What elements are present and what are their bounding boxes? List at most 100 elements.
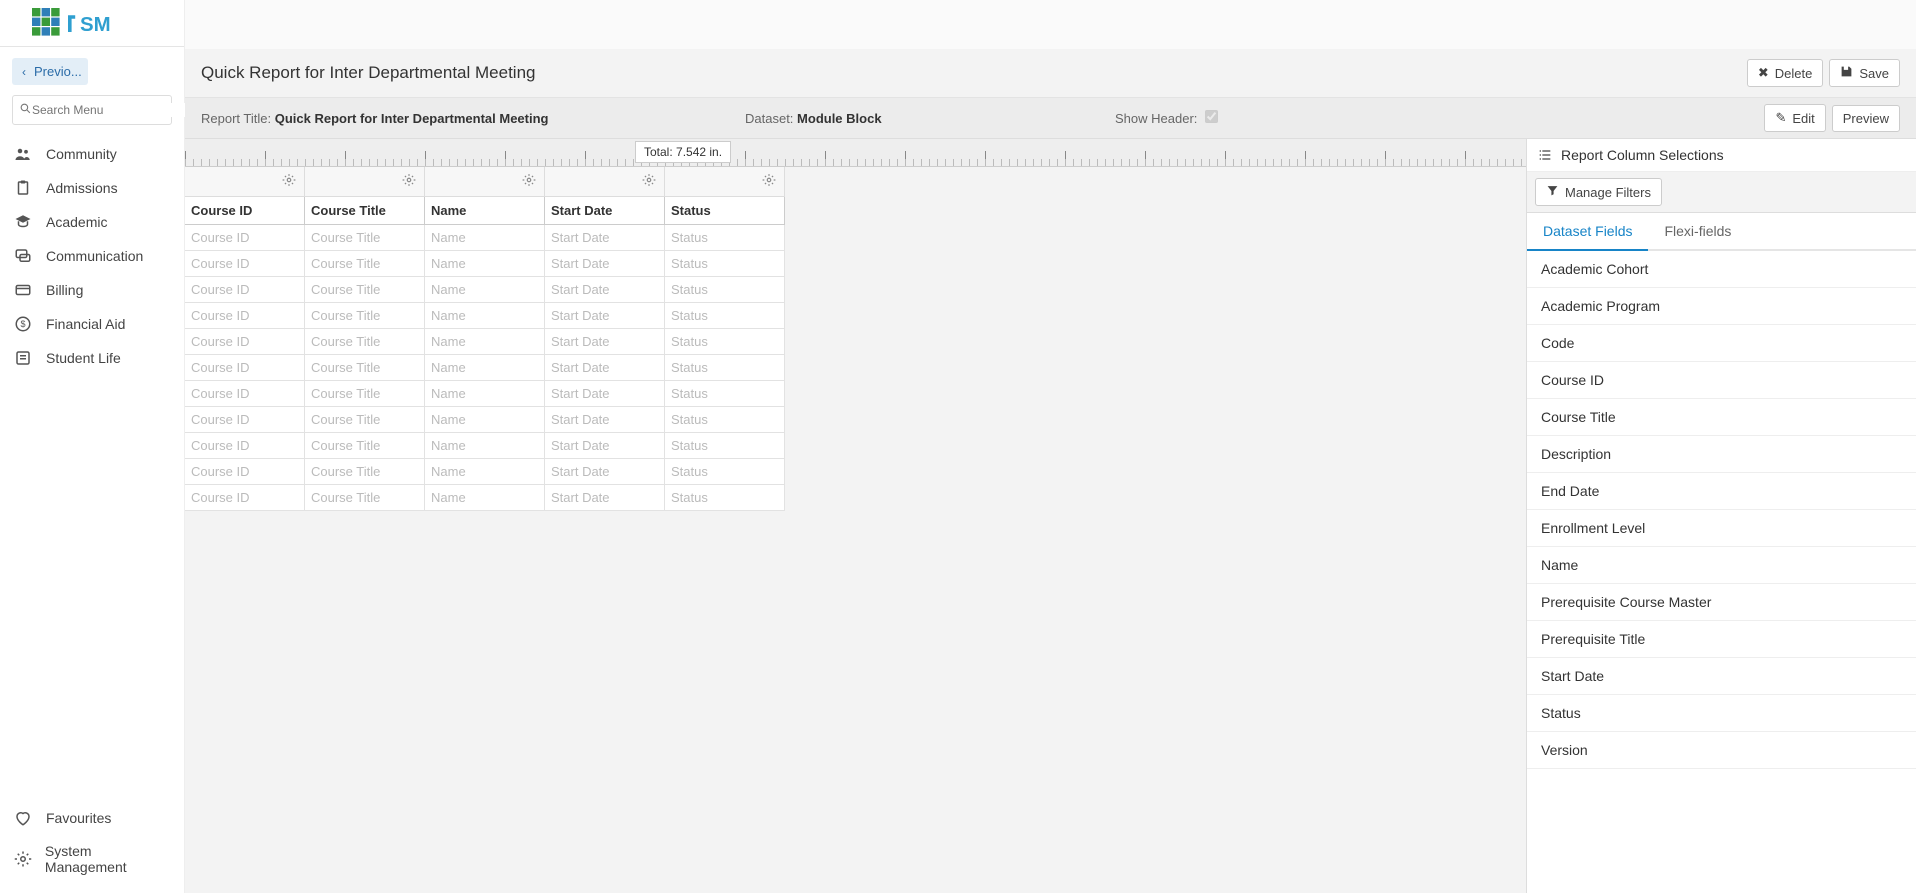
column-gear-status[interactable] — [665, 167, 785, 197]
delete-button[interactable]: ✖ Delete — [1747, 59, 1823, 87]
cell-startdate: Start Date — [545, 303, 665, 329]
preview-button[interactable]: Preview — [1832, 105, 1900, 132]
field-item[interactable]: Academic Cohort — [1527, 251, 1916, 288]
field-item[interactable]: Description — [1527, 436, 1916, 473]
cell-startdate: Start Date — [545, 433, 665, 459]
table-row: Course IDCourse TitleNameStart DateStatu… — [185, 459, 785, 485]
gear-icon — [14, 850, 33, 868]
table-row: Course IDCourse TitleNameStart DateStatu… — [185, 225, 785, 251]
field-item[interactable]: Status — [1527, 695, 1916, 732]
cell-courseid: Course ID — [185, 459, 305, 485]
filter-icon — [1546, 184, 1559, 200]
show-header-seg: Show Header: — [1115, 110, 1218, 126]
edit-button[interactable]: ✎ Edit — [1764, 104, 1825, 132]
cell-name: Name — [425, 251, 545, 277]
table-row: Course IDCourse TitleNameStart DateStatu… — [185, 485, 785, 511]
cell-courseid: Course ID — [185, 485, 305, 511]
cell-name: Name — [425, 277, 545, 303]
field-item[interactable]: Version — [1527, 732, 1916, 769]
search-input[interactable] — [32, 103, 187, 117]
cell-startdate: Start Date — [545, 251, 665, 277]
column-header-coursetitle[interactable]: Course Title — [305, 197, 425, 225]
right-panel-title: Report Column Selections — [1561, 147, 1724, 163]
group-icon — [14, 145, 34, 163]
search-icon — [19, 102, 32, 118]
dataset-value: Module Block — [797, 111, 882, 126]
svg-text:SM: SM — [80, 14, 111, 36]
cell-name: Name — [425, 303, 545, 329]
cell-status: Status — [665, 381, 785, 407]
close-icon: ✖ — [1758, 65, 1769, 81]
field-item[interactable]: Enrollment Level — [1527, 510, 1916, 547]
field-item[interactable]: Code — [1527, 325, 1916, 362]
sidebar-item-systemmgmt[interactable]: System Management — [0, 835, 184, 883]
cell-name: Name — [425, 225, 545, 251]
cell-startdate: Start Date — [545, 225, 665, 251]
sidebar-item-label: Financial Aid — [46, 316, 125, 332]
app-logo[interactable]: SM — [0, 0, 185, 47]
field-item[interactable]: Academic Program — [1527, 288, 1916, 325]
cell-startdate: Start Date — [545, 485, 665, 511]
save-label: Save — [1859, 66, 1889, 81]
sidebar-item-label: Academic — [46, 214, 107, 230]
gear-icon — [522, 173, 536, 190]
cell-startdate: Start Date — [545, 407, 665, 433]
show-header-label: Show Header: — [1115, 111, 1197, 126]
sidebar-item-studentlife[interactable]: Student Life — [0, 341, 184, 375]
gear-icon — [282, 173, 296, 190]
tab-flexi-fields[interactable]: Flexi-fields — [1648, 213, 1747, 251]
gear-icon — [762, 173, 776, 190]
cell-status: Status — [665, 485, 785, 511]
report-canvas[interactable]: Total: 7.542 in. Course IDCourse TitleNa… — [185, 139, 1526, 893]
sidebar-item-admissions[interactable]: Admissions — [0, 171, 184, 205]
field-item[interactable]: Prerequisite Title — [1527, 621, 1916, 658]
sidebar-item-communication[interactable]: Communication — [0, 239, 184, 273]
column-header-startdate[interactable]: Start Date — [545, 197, 665, 225]
column-gear-name[interactable] — [425, 167, 545, 197]
column-header-name[interactable]: Name — [425, 197, 545, 225]
menu-search[interactable]: ✕ — [12, 95, 172, 125]
cell-status: Status — [665, 355, 785, 381]
pencil-icon: ✎ — [1775, 110, 1786, 126]
manage-filters-button[interactable]: Manage Filters — [1535, 178, 1662, 206]
sidebar-item-label: Community — [46, 146, 117, 162]
sidebar-item-billing[interactable]: Billing — [0, 273, 184, 307]
preview-label: Preview — [1843, 111, 1889, 126]
list-icon — [14, 349, 34, 367]
chevron-left-icon: ‹ — [22, 65, 26, 79]
field-item[interactable]: Start Date — [1527, 658, 1916, 695]
column-header-status[interactable]: Status — [665, 197, 785, 225]
gear-icon — [642, 173, 656, 190]
cell-courseid: Course ID — [185, 303, 305, 329]
field-item[interactable]: End Date — [1527, 473, 1916, 510]
field-item[interactable]: Course ID — [1527, 362, 1916, 399]
sidebar-item-label: Student Life — [46, 350, 121, 366]
cell-courseid: Course ID — [185, 277, 305, 303]
save-button[interactable]: Save — [1829, 59, 1900, 87]
sidebar-item-community[interactable]: Community — [0, 137, 184, 171]
right-panel-tabs: Dataset Fields Flexi-fields — [1527, 213, 1916, 251]
table-row: Course IDCourse TitleNameStart DateStatu… — [185, 381, 785, 407]
cell-coursetitle: Course Title — [305, 433, 425, 459]
field-item[interactable]: Course Title — [1527, 399, 1916, 436]
field-item[interactable]: Prerequisite Course Master — [1527, 584, 1916, 621]
sidebar-item-academic[interactable]: Academic — [0, 205, 184, 239]
tab-dataset-fields[interactable]: Dataset Fields — [1527, 213, 1648, 251]
field-item[interactable]: Name — [1527, 547, 1916, 584]
sidebar-item-financialaid[interactable]: $Financial Aid — [0, 307, 184, 341]
column-header-courseid[interactable]: Course ID — [185, 197, 305, 225]
column-gear-startdate[interactable] — [545, 167, 665, 197]
cell-name: Name — [425, 459, 545, 485]
cell-courseid: Course ID — [185, 355, 305, 381]
column-gear-coursetitle[interactable] — [305, 167, 425, 197]
sidebar-item-label: Billing — [46, 282, 83, 298]
list-icon — [1537, 147, 1553, 163]
cell-coursetitle: Course Title — [305, 329, 425, 355]
cell-name: Name — [425, 433, 545, 459]
column-gear-courseid[interactable] — [185, 167, 305, 197]
sidebar-item-favourites[interactable]: Favourites — [0, 801, 184, 835]
show-header-checkbox[interactable] — [1205, 110, 1218, 123]
table-row: Course IDCourse TitleNameStart DateStatu… — [185, 329, 785, 355]
cell-coursetitle: Course Title — [305, 407, 425, 433]
previous-button[interactable]: ‹ Previo... — [12, 58, 88, 85]
